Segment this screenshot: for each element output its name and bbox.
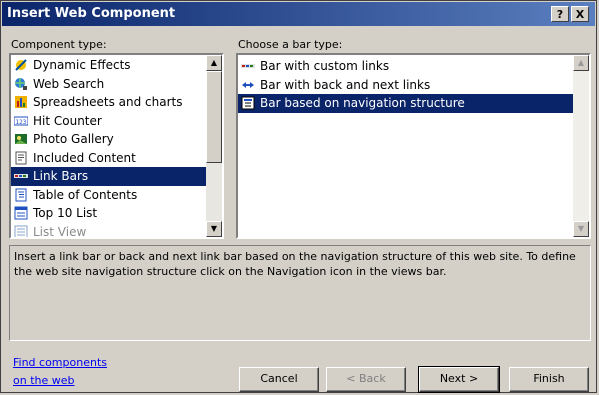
list-item-back-next-bar[interactable]: Bar with back and next links — [238, 76, 573, 95]
find-components-link-line2[interactable]: on the web — [13, 374, 75, 387]
svg-text:123: 123 — [16, 119, 27, 126]
custom-links-bar-icon — [241, 64, 255, 68]
back-button[interactable]: < Back — [326, 367, 406, 392]
hit-counter-icon: 123 — [14, 116, 28, 126]
dynamic-effects-icon — [15, 59, 27, 71]
included-content-icon — [15, 151, 27, 164]
find-components-link-line1[interactable]: Find components — [13, 356, 107, 369]
scroll-down-arrow-icon: ▼ — [577, 224, 585, 233]
list-item-table-of-contents[interactable]: Table of Contents — [11, 186, 206, 205]
scroll-down-arrow-icon: ▼ — [210, 224, 218, 233]
list-item-spreadsheets-charts[interactable]: Spreadsheets and charts — [11, 93, 206, 112]
list-item-web-search[interactable]: Web Search — [11, 75, 206, 94]
link-bars-icon — [14, 174, 28, 178]
back-next-arrows-icon — [242, 81, 254, 88]
cancel-button[interactable]: Cancel — [239, 367, 319, 392]
description-panel: Insert a link bar or back and next link … — [9, 245, 591, 341]
table-of-contents-icon — [15, 188, 27, 201]
bar-type-list[interactable]: Bar with custom links Bar with back and … — [236, 53, 591, 239]
navigation-structure-icon — [241, 96, 255, 110]
list-item-photo-gallery[interactable]: Photo Gallery — [11, 130, 206, 149]
list-item-hit-counter[interactable]: 123 Hit Counter — [11, 112, 206, 131]
list-item-list-view[interactable]: List View — [11, 223, 206, 237]
dialog-title: Insert Web Component — [7, 6, 176, 21]
help-button[interactable]: ? — [551, 6, 569, 22]
title-bar[interactable]: Insert Web Component ? X — [2, 2, 595, 26]
scroll-up-button[interactable]: ▲ — [206, 55, 222, 71]
close-icon: X — [575, 8, 585, 21]
scroll-up-arrow-icon: ▲ — [577, 58, 585, 67]
list-view-icon — [14, 225, 28, 237]
list-item-link-bars[interactable]: Link Bars — [11, 167, 206, 186]
scroll-down-button[interactable]: ▼ — [206, 221, 222, 237]
scroll-up-arrow-icon: ▲ — [210, 58, 218, 67]
list-item-custom-links-bar[interactable]: Bar with custom links — [238, 57, 573, 76]
list-item-navigation-structure-bar[interactable]: Bar based on navigation structure — [238, 94, 573, 113]
list-item-included-content[interactable]: Included Content — [11, 149, 206, 168]
component-list-scrollbar[interactable]: ▲ ▼ — [206, 55, 222, 237]
help-icon: ? — [556, 8, 564, 21]
bar-scroll-up-button[interactable]: ▲ — [573, 55, 589, 71]
next-button[interactable]: Next > — [418, 366, 500, 393]
component-type-label: Component type: — [11, 38, 107, 51]
scroll-thumb[interactable] — [206, 71, 222, 163]
bar-scroll-down-button[interactable]: ▼ — [573, 221, 589, 237]
insert-web-component-dialog: Insert Web Component ? X Component type:… — [0, 0, 597, 393]
bar-list-scrollbar[interactable]: ▲ ▼ — [573, 55, 589, 237]
spreadsheet-icon — [15, 96, 27, 108]
close-button[interactable]: X — [571, 6, 589, 22]
photo-gallery-icon — [15, 134, 27, 144]
component-type-list[interactable]: Dynamic Effects Web Search Spreadsheets … — [9, 53, 224, 239]
bar-type-label: Choose a bar type: — [238, 38, 343, 51]
finish-button[interactable]: Finish — [509, 367, 589, 392]
list-item-dynamic-effects[interactable]: Dynamic Effects — [11, 56, 206, 75]
list-item-top-10-list[interactable]: Top 10 List — [11, 204, 206, 223]
top-10-list-icon — [14, 206, 28, 220]
web-search-icon — [15, 77, 27, 90]
